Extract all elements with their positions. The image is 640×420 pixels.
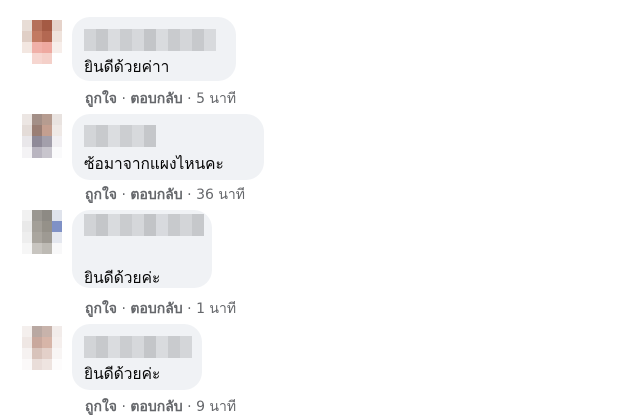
separator: · [121,399,126,415]
comment-bubble: ซ้อมาจากแผงไหนคะ [72,114,264,180]
comment-text: ยินดีด้วยค่ะ [84,365,161,383]
comment-bubble: ยินดีด้วยค่าา [72,17,236,81]
avatar[interactable] [22,210,62,254]
commenter-name-redacted[interactable] [84,214,204,236]
comment-text: ซ้อมาจากแผงไหนคะ [84,155,224,173]
comment-item: ซ้อมาจากแผงไหนคะ ถูกใจ · ตอบกลับ · 36 นา… [0,100,640,203]
avatar[interactable] [22,326,62,370]
comment-item: ยินดีด้วยค่ะ ถูกใจ · ตอบกลับ · 1 นาที [0,200,640,317]
comment-item: ยินดีด้วยค่าา ถูกใจ · ตอบกลับ · 5 นาที [0,0,640,107]
comment-text: ยินดีด้วยค่ะ [84,269,161,287]
comment-item: ยินดีด้วยค่ะ ถูกใจ · ตอบกลับ · 9 นาที [0,310,640,415]
avatar[interactable] [22,114,62,158]
comment-bubble: ยินดีด้วยค่ะ [72,210,212,288]
commenter-name-redacted[interactable] [84,336,192,358]
separator: · [187,399,192,415]
comment-text: ยินดีด้วยค่าา [84,58,170,76]
timestamp-link[interactable]: 9 นาที [196,399,236,415]
reply-button[interactable]: ตอบกลับ [130,399,182,415]
avatar[interactable] [22,20,62,64]
comment-actions: ถูกใจ · ตอบกลับ · 9 นาที [85,396,236,418]
commenter-name-redacted[interactable] [84,29,220,51]
comment-bubble: ยินดีด้วยค่ะ [72,324,202,390]
like-button[interactable]: ถูกใจ [85,399,117,415]
commenter-name-redacted[interactable] [84,125,162,147]
